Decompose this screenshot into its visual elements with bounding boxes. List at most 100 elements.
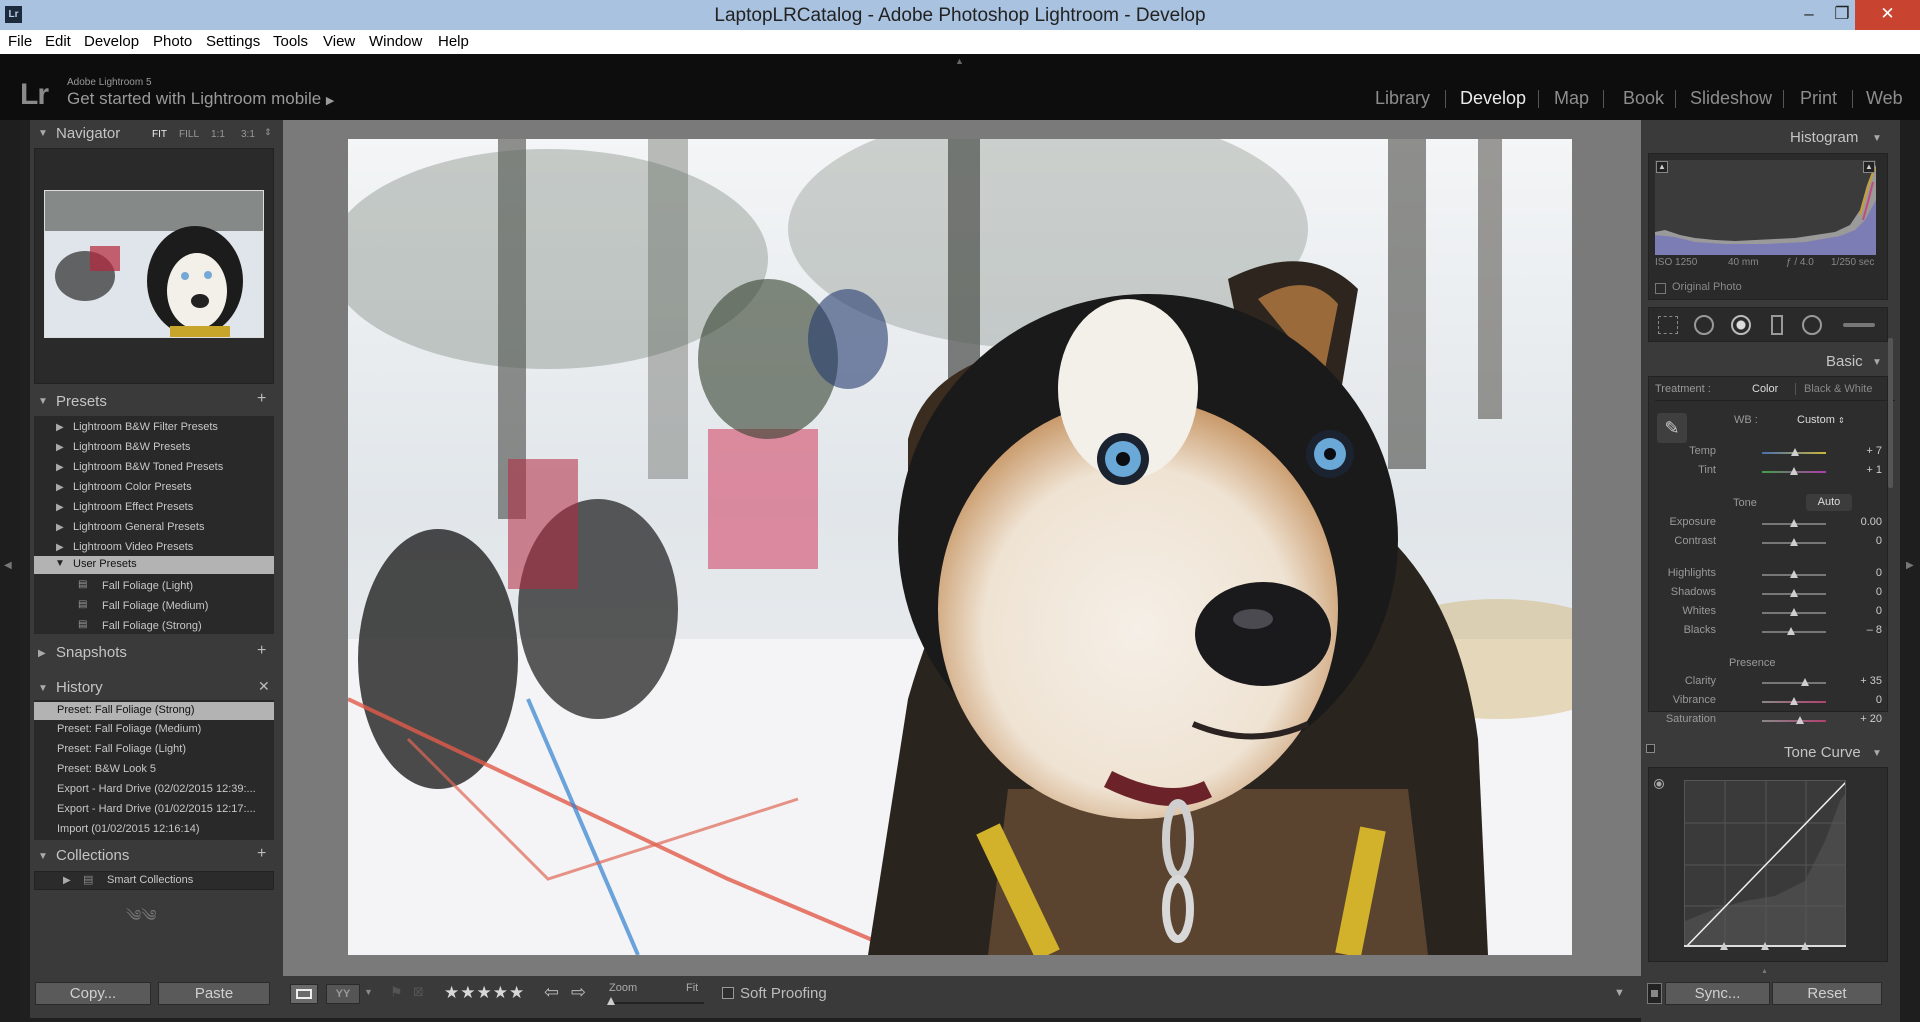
preset-folder[interactable]: ▶ Lightroom B&W Filter Presets [56,419,274,439]
menu-help[interactable]: Help [438,33,469,50]
zoom-fit[interactable]: FIT [152,129,167,140]
module-map[interactable]: Map [1554,88,1589,109]
snapshots-title[interactable]: Snapshots [56,644,127,661]
shadows-value[interactable]: 0 [1834,586,1882,598]
saturation-slider-track[interactable] [1762,720,1826,722]
sync-button[interactable]: Sync... [1665,982,1770,1005]
histogram-graph[interactable] [1655,160,1876,255]
main-photo[interactable] [348,139,1572,955]
highlights-slider-thumb[interactable] [1790,570,1798,578]
previous-photo-icon[interactable]: ⇦ [544,982,559,1003]
history-item[interactable]: Preset: B&W Look 5 [57,763,156,775]
red-eye-icon[interactable] [1731,315,1751,335]
paste-button[interactable]: Paste [158,982,270,1005]
preset-folder[interactable]: ▶ Lightroom Color Presets [56,479,274,499]
target-adjustment-icon[interactable] [1654,779,1664,789]
curve-split-midtones[interactable] [1761,942,1769,950]
preset-folder[interactable]: ▶ Lightroom B&W Presets [56,439,274,459]
tone-curve-graph[interactable] [1684,780,1846,947]
wb-eyedropper-icon[interactable]: ✎ [1657,413,1687,443]
history-item[interactable]: Export - Hard Drive (01/02/2015 12:17:..… [57,803,256,815]
shadow-clipping-icon[interactable]: ▲ [1656,161,1668,173]
flag-reject-icon[interactable]: ⊠ [413,984,424,1000]
flag-pick-icon[interactable]: ⚑ [390,984,403,1001]
history-item[interactable]: Import (01/02/2015 12:16:14) [57,823,199,835]
highlights-value[interactable]: 0 [1834,567,1882,579]
wb-select[interactable]: Custom ⇕ [1797,414,1845,426]
treatment-bw[interactable]: Black & White [1804,383,1872,395]
menu-edit[interactable]: Edit [45,33,71,50]
tone-curve-title[interactable]: Tone Curve [1784,744,1861,761]
preset-folder[interactable]: ▶ Lightroom B&W Toned Presets [56,459,274,479]
right-panel-toggle-icon[interactable]: ▶ [1906,560,1914,571]
preset-folder[interactable]: ▶ Lightroom General Presets [56,519,274,539]
preset-folder-user[interactable]: ▼ User Presets [34,556,274,574]
before-after-button[interactable]: YY [326,984,360,1004]
vibrance-slider-thumb[interactable] [1790,697,1798,705]
module-slideshow[interactable]: Slideshow [1690,88,1772,109]
zoom-slider-track[interactable] [611,1002,704,1004]
history-item[interactable]: Preset: Fall Foliage (Strong) [34,702,274,720]
vibrance-value[interactable]: 0 [1834,694,1882,706]
preset-folder[interactable]: ▶ Lightroom Effect Presets [56,499,274,519]
exposure-slider-thumb[interactable] [1790,519,1798,527]
zoom-stepper-icon[interactable]: ⇕ [264,127,272,138]
zoom-slider-thumb[interactable] [607,997,615,1005]
curve-split-shadows[interactable] [1720,942,1728,950]
menu-window[interactable]: Window [369,33,422,50]
blacks-value[interactable]: – 8 [1834,624,1882,636]
saturation-value[interactable]: + 20 [1834,713,1882,725]
zoom-fill[interactable]: FILL [179,129,199,140]
crop-tool-icon[interactable] [1658,316,1678,334]
mobile-link[interactable]: Get started with Lightroom mobile ▶ [67,89,334,109]
star-rating[interactable]: ★★★★★ [444,983,525,1003]
right-panel-scrollbar[interactable] [1888,338,1893,488]
user-preset-item[interactable]: ▤ Fall Foliage (Strong) [78,618,274,638]
exposure-value[interactable]: 0.00 [1834,516,1882,528]
highlight-clipping-icon[interactable]: ▲ [1863,161,1875,173]
tint-value[interactable]: + 1 [1834,464,1882,476]
add-preset-icon[interactable]: + [257,390,266,408]
module-library[interactable]: Library [1375,88,1430,109]
history-item[interactable]: Export - Hard Drive (02/02/2015 12:39:..… [57,783,256,795]
whites-slider-thumb[interactable] [1790,608,1798,616]
user-preset-item[interactable]: ▤ Fall Foliage (Light) [78,578,274,598]
adjustment-brush-icon[interactable] [1843,323,1875,327]
menu-photo[interactable]: Photo [153,33,192,50]
blacks-slider-thumb[interactable] [1787,627,1796,635]
clarity-slider-thumb[interactable] [1800,678,1809,686]
tint-slider-thumb[interactable] [1790,467,1798,475]
module-develop[interactable]: Develop [1460,88,1526,109]
menu-develop[interactable]: Develop [84,33,139,50]
menu-settings[interactable]: Settings [206,33,260,50]
temp-slider-thumb[interactable] [1791,448,1800,456]
loupe-view-button[interactable] [290,984,318,1004]
zoom-1-1[interactable]: 1:1 [211,129,225,140]
toolbar-menu-icon[interactable]: ▼ [1614,987,1625,999]
histogram-title[interactable]: Histogram [1790,129,1858,146]
next-photo-icon[interactable]: ⇨ [571,982,586,1003]
temp-value[interactable]: + 7 [1834,445,1882,457]
left-panel-toggle-icon[interactable]: ◀ [4,560,12,571]
panel-scroll-icon[interactable]: ▲ [1761,968,1768,975]
original-photo-checkbox[interactable] [1655,283,1666,294]
contrast-value[interactable]: 0 [1834,535,1882,547]
collapse-top-icon[interactable]: ▲ [955,56,965,66]
tone-curve-toggle[interactable] [1646,744,1655,753]
shadows-slider-thumb[interactable] [1790,589,1798,597]
curve-split-highlights[interactable] [1801,942,1809,950]
module-print[interactable]: Print [1800,88,1837,109]
history-item[interactable]: Preset: Fall Foliage (Medium) [57,723,201,735]
module-book[interactable]: Book [1623,88,1664,109]
graduated-filter-icon[interactable] [1771,315,1783,335]
history-title[interactable]: History [56,679,103,696]
before-after-dropdown-icon[interactable]: ▼ [364,987,373,997]
user-preset-item[interactable]: ▤ Fall Foliage (Medium) [78,598,274,618]
menu-view[interactable]: View [323,33,355,50]
whites-value[interactable]: 0 [1834,605,1882,617]
clarity-value[interactable]: + 35 [1834,675,1882,687]
reset-button[interactable]: Reset [1772,982,1882,1005]
add-collection-icon[interactable]: + [257,845,266,863]
module-web[interactable]: Web [1866,88,1903,109]
radial-filter-icon[interactable] [1802,315,1822,335]
